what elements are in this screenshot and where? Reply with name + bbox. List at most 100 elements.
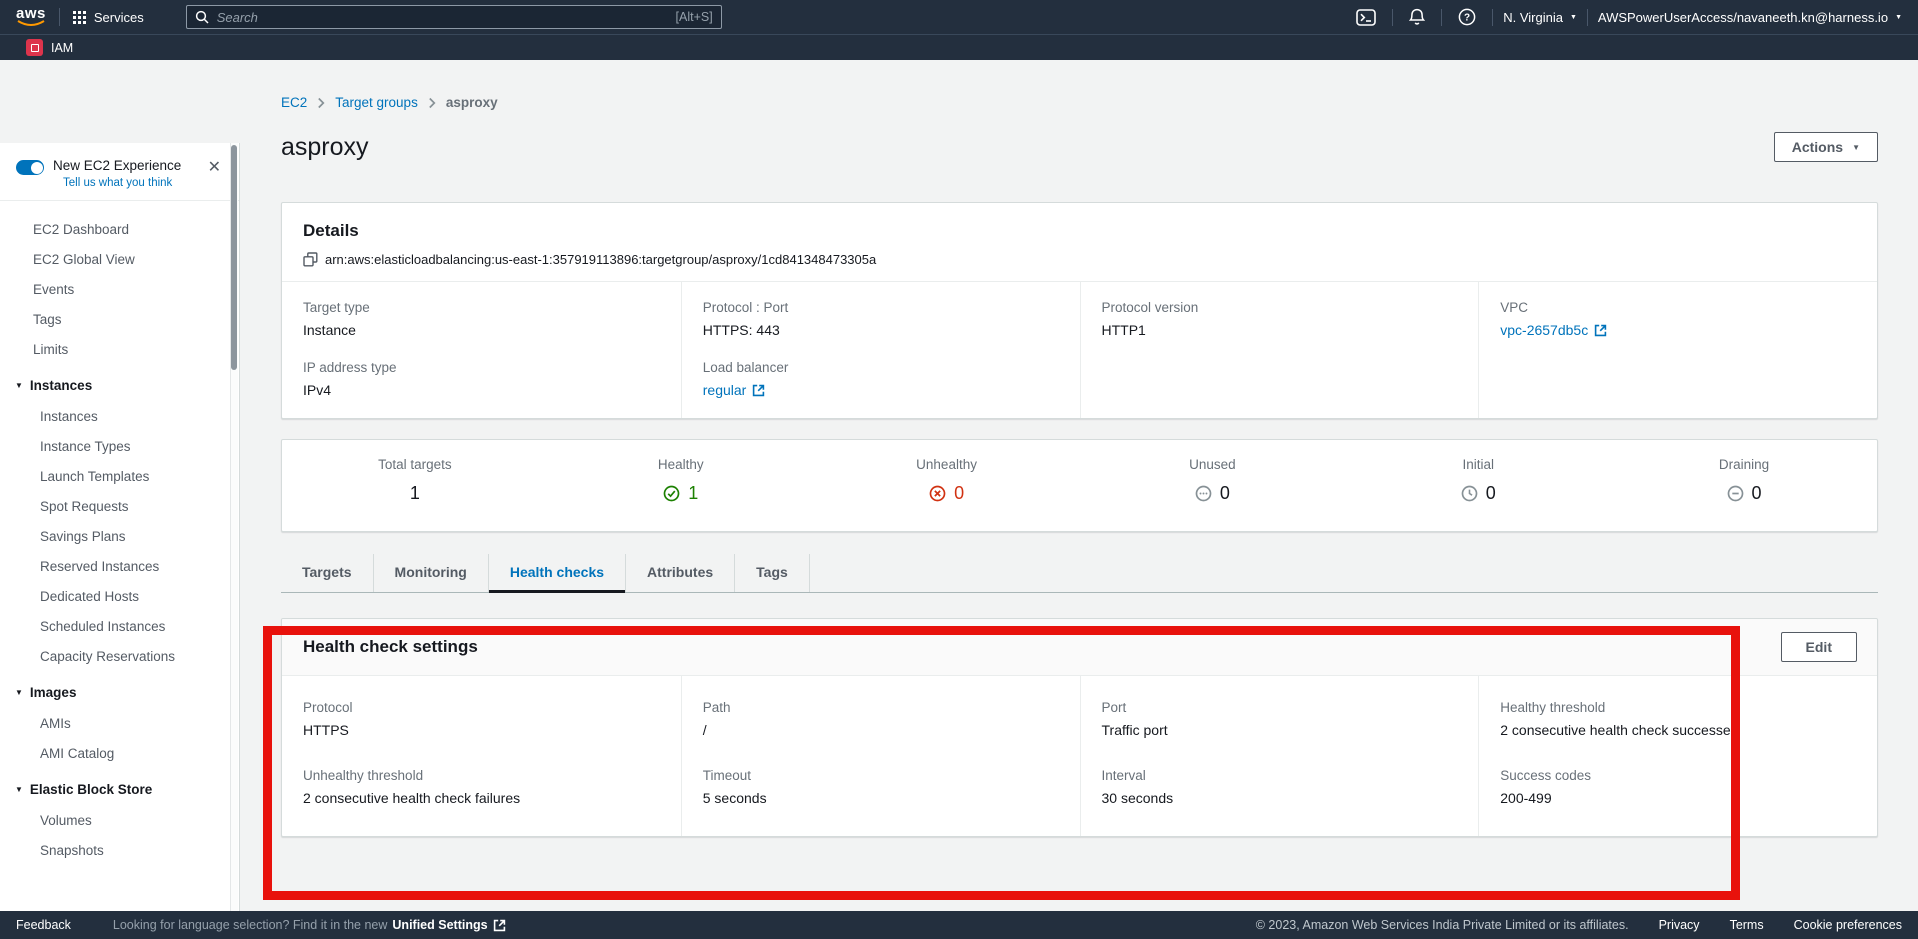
sidebar-item-instance-types[interactable]: Instance Types <box>0 431 239 461</box>
favorite-iam-link[interactable]: IAM <box>51 41 73 55</box>
notifications-button[interactable] <box>1403 8 1431 26</box>
account-menu[interactable]: AWSPowerUserAccess/navaneeth.kn@harness.… <box>1598 10 1902 25</box>
sidebar-item-snapshots[interactable]: Snapshots <box>0 835 239 865</box>
iam-service-icon <box>26 39 43 56</box>
top-nav-bar: aws Services [Alt+S] ? <box>0 0 1918 34</box>
field-target-type: Target type Instance <box>303 300 661 338</box>
sidebar-item-spot-requests[interactable]: Spot Requests <box>0 491 239 521</box>
field-value: Instance <box>303 322 661 338</box>
sidebar-item-instances[interactable]: Instances <box>0 401 239 431</box>
triangle-down-icon: ▼ <box>15 381 23 390</box>
cookie-preferences-link[interactable]: Cookie preferences <box>1794 918 1902 932</box>
field-label: Protocol version <box>1102 300 1459 315</box>
section-header-label: Instances <box>30 378 92 393</box>
detail-tabs: Targets Monitoring Health checks Attribu… <box>281 554 1878 593</box>
stat-label: Initial <box>1345 457 1611 472</box>
ellipsis-circle-icon <box>1195 485 1212 502</box>
field-value: 2 consecutive health check failures <box>303 790 661 806</box>
load-balancer-link[interactable]: regular <box>703 382 747 398</box>
cloudshell-terminal-icon <box>1356 9 1376 26</box>
tab-attributes[interactable]: Attributes <box>625 554 734 592</box>
cloudshell-button[interactable] <box>1350 9 1382 26</box>
stat-unhealthy: Unhealthy 0 <box>814 457 1080 531</box>
experience-feedback-link[interactable]: Tell us what you think <box>63 177 181 189</box>
tab-tags[interactable]: Tags <box>734 554 809 592</box>
account-label: AWSPowerUserAccess/navaneeth.kn@harness.… <box>1598 10 1888 25</box>
edit-button[interactable]: Edit <box>1781 632 1857 662</box>
divider <box>59 8 60 26</box>
help-button[interactable]: ? <box>1452 8 1482 26</box>
sidebar-item-amis[interactable]: AMIs <box>0 708 239 738</box>
sidebar-section-instances[interactable]: ▼ Instances <box>0 368 239 397</box>
sidebar-item-capacity-reservations[interactable]: Capacity Reservations <box>0 641 239 671</box>
field-hc-success-codes: Success codes 200-499 <box>1500 768 1857 806</box>
chevron-right-icon <box>317 97 325 109</box>
divider <box>1492 9 1493 26</box>
targets-summary-card: Total targets 1 Healthy 1 Unhealthy 0 <box>281 439 1878 532</box>
services-menu-button[interactable]: Services <box>73 10 144 25</box>
triangle-down-icon: ▼ <box>15 688 23 697</box>
sidebar-item-launch-templates[interactable]: Launch Templates <box>0 461 239 491</box>
terms-link[interactable]: Terms <box>1730 918 1764 932</box>
edit-button-label: Edit <box>1806 639 1832 655</box>
stat-label: Healthy <box>548 457 814 472</box>
vpc-link[interactable]: vpc-2657db5c <box>1500 322 1588 338</box>
stat-label: Total targets <box>282 457 548 472</box>
field-value: HTTP1 <box>1102 322 1459 338</box>
close-icon[interactable]: ✕ <box>204 158 225 178</box>
unified-settings-link[interactable]: Unified Settings <box>392 918 487 932</box>
x-circle-icon <box>929 485 946 502</box>
stat-unused: Unused 0 <box>1079 457 1345 531</box>
feedback-link[interactable]: Feedback <box>16 918 71 932</box>
search-input[interactable] <box>217 10 668 25</box>
global-search[interactable]: [Alt+S] <box>186 5 722 29</box>
aws-console: aws Services [Alt+S] ? <box>0 0 1918 939</box>
breadcrumb-target-groups-link[interactable]: Target groups <box>335 95 418 110</box>
aws-smile-icon <box>17 20 45 27</box>
sidebar-scrollbar-thumb[interactable] <box>231 145 237 370</box>
actions-button[interactable]: Actions ▼ <box>1774 132 1878 162</box>
field-label: Path <box>703 700 1060 715</box>
field-value: 30 seconds <box>1102 790 1459 806</box>
sidebar-item-savings-plans[interactable]: Savings Plans <box>0 521 239 551</box>
experience-title: New EC2 Experience <box>53 158 181 173</box>
sidebar-item-ec2-dashboard[interactable]: EC2 Dashboard <box>0 214 239 244</box>
experience-toggle[interactable] <box>16 160 44 175</box>
health-check-settings-title: Health check settings <box>303 637 478 657</box>
sidebar-item-ec2-global-view[interactable]: EC2 Global View <box>0 244 239 274</box>
field-label: Port <box>1102 700 1459 715</box>
aws-logo[interactable]: aws <box>16 7 46 27</box>
tab-health-checks[interactable]: Health checks <box>488 554 625 592</box>
sidebar-item-ami-catalog[interactable]: AMI Catalog <box>0 738 239 768</box>
breadcrumb-current: asproxy <box>446 95 498 110</box>
copyright-text: © 2023, Amazon Web Services India Privat… <box>1256 918 1629 932</box>
sidebar-ebs-list: Volumes Snapshots <box>0 801 239 869</box>
sidebar-item-dedicated-hosts[interactable]: Dedicated Hosts <box>0 581 239 611</box>
footer-bar: Feedback Looking for language selection?… <box>0 911 1918 939</box>
sidebar-item-reserved-instances[interactable]: Reserved Instances <box>0 551 239 581</box>
tab-monitoring[interactable]: Monitoring <box>373 554 488 592</box>
copy-icon[interactable] <box>303 252 318 267</box>
aws-logo-text: aws <box>16 7 46 20</box>
field-label: Interval <box>1102 768 1459 783</box>
chevron-down-icon: ▼ <box>1852 143 1860 152</box>
sidebar-item-limits[interactable]: Limits <box>0 334 239 364</box>
breadcrumb-ec2-link[interactable]: EC2 <box>281 95 307 110</box>
section-header-label: Elastic Block Store <box>30 782 152 797</box>
chevron-down-icon: ▼ <box>1895 14 1902 21</box>
sidebar-item-scheduled-instances[interactable]: Scheduled Instances <box>0 611 239 641</box>
field-hc-healthy-threshold: Healthy threshold 2 consecutive health c… <box>1500 700 1857 738</box>
breadcrumb: EC2 Target groups asproxy <box>281 95 1878 110</box>
sidebar-item-events[interactable]: Events <box>0 274 239 304</box>
sidebar-item-volumes[interactable]: Volumes <box>0 805 239 835</box>
tab-targets[interactable]: Targets <box>281 554 373 592</box>
region-selector[interactable]: N. Virginia ▼ <box>1503 10 1577 25</box>
privacy-link[interactable]: Privacy <box>1659 918 1700 932</box>
sidebar-section-ebs[interactable]: ▼ Elastic Block Store <box>0 772 239 801</box>
clock-circle-icon <box>1461 485 1478 502</box>
stat-initial: Initial 0 <box>1345 457 1611 531</box>
field-value: HTTPS: 443 <box>703 322 1060 338</box>
sidebar-section-images[interactable]: ▼ Images <box>0 675 239 704</box>
stat-label: Draining <box>1611 457 1877 472</box>
sidebar-item-tags[interactable]: Tags <box>0 304 239 334</box>
